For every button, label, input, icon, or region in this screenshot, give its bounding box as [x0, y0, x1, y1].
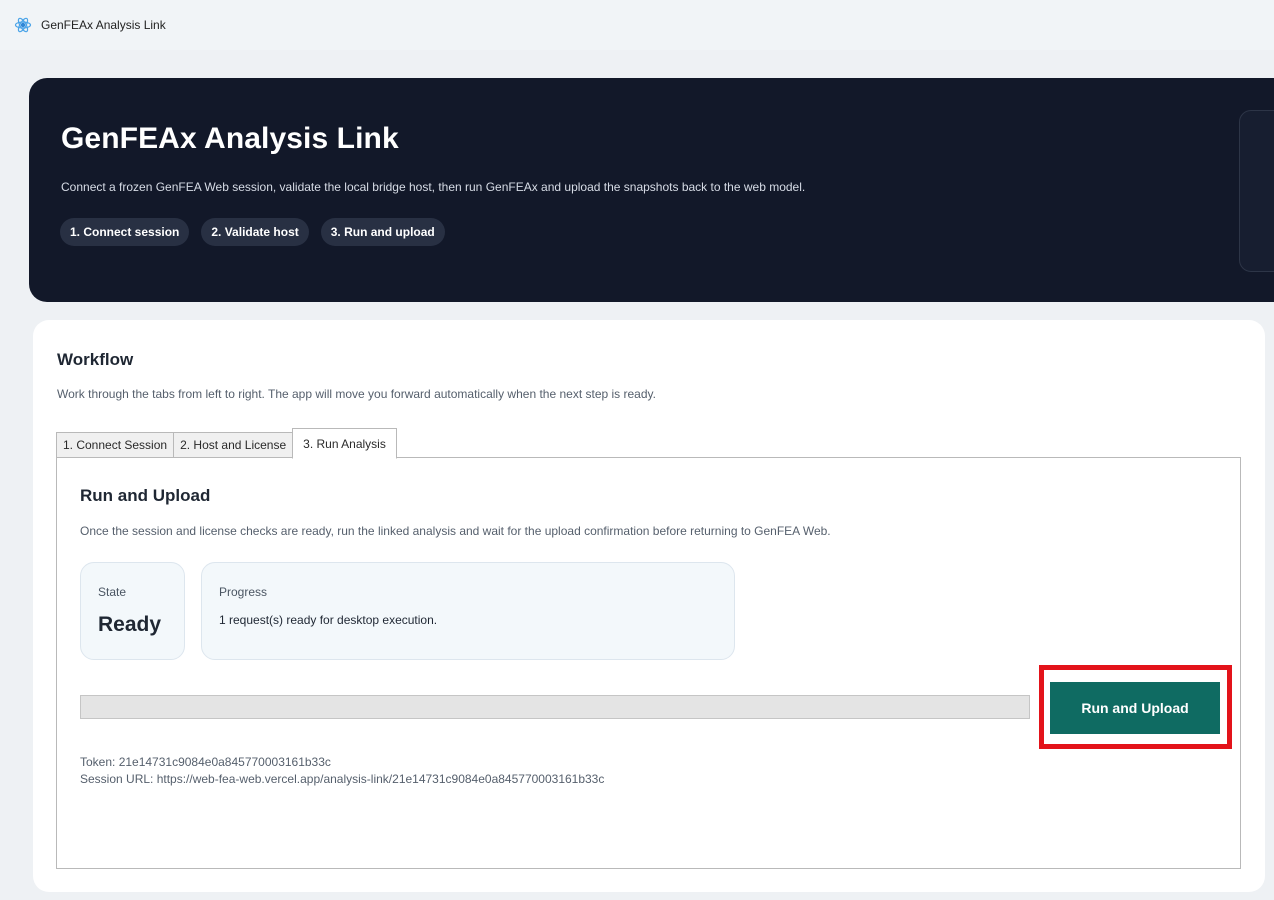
run-section-description: Once the session and license checks are … [80, 524, 831, 538]
progress-card: Progress 1 request(s) ready for desktop … [201, 562, 735, 660]
token-text: Token: 21e14731c9084e0a845770003161b33c [80, 755, 331, 769]
workflow-panel: Workflow Work through the tabs from left… [33, 320, 1265, 892]
run-analysis-tab-panel: Run and Upload Once the session and lice… [56, 457, 1241, 869]
progress-text: 1 request(s) ready for desktop execution… [219, 613, 438, 627]
state-value: Ready [98, 613, 162, 636]
step-pill-connect: 1. Connect session [60, 218, 190, 246]
session-url-text: Session URL: https://web-fea-web.vercel.… [80, 772, 605, 786]
tab-run-analysis[interactable]: 3. Run Analysis [292, 428, 397, 459]
atom-icon [14, 17, 32, 33]
status-side-card: Q P C R [1239, 110, 1274, 272]
session-meta: Token: 21e14731c9084e0a845770003161b33c … [80, 754, 604, 788]
tab-connect-session[interactable]: 1. Connect Session [56, 432, 175, 458]
run-section-title: Run and Upload [80, 486, 211, 505]
step-pill-run: 3. Run and upload [320, 218, 445, 246]
hero-banner: GenFEAx Analysis Link Connect a frozen G… [29, 78, 1274, 302]
window-title: GenFEAx Analysis Link [41, 18, 166, 32]
workflow-title: Workflow [57, 350, 134, 369]
progress-label: Progress [219, 585, 268, 599]
workflow-description: Work through the tabs from left to right… [57, 387, 656, 401]
workflow-tabs: 1. Connect Session 2. Host and License 3… [56, 428, 397, 459]
progress-bar [80, 695, 1030, 719]
title-bar: GenFEAx Analysis Link [0, 0, 1274, 50]
run-and-upload-button[interactable]: Run and Upload [1050, 682, 1220, 734]
state-card: State Ready [80, 562, 185, 660]
hero-title: GenFEAx Analysis Link [61, 122, 399, 155]
hero-subtitle: Connect a frozen GenFEA Web session, val… [61, 180, 806, 194]
state-label: State [98, 585, 127, 599]
step-pill-validate: 2. Validate host [201, 218, 309, 246]
tab-host-and-license[interactable]: 2. Host and License [173, 432, 294, 458]
step-pills: 1. Connect session 2. Validate host 3. R… [60, 218, 445, 246]
